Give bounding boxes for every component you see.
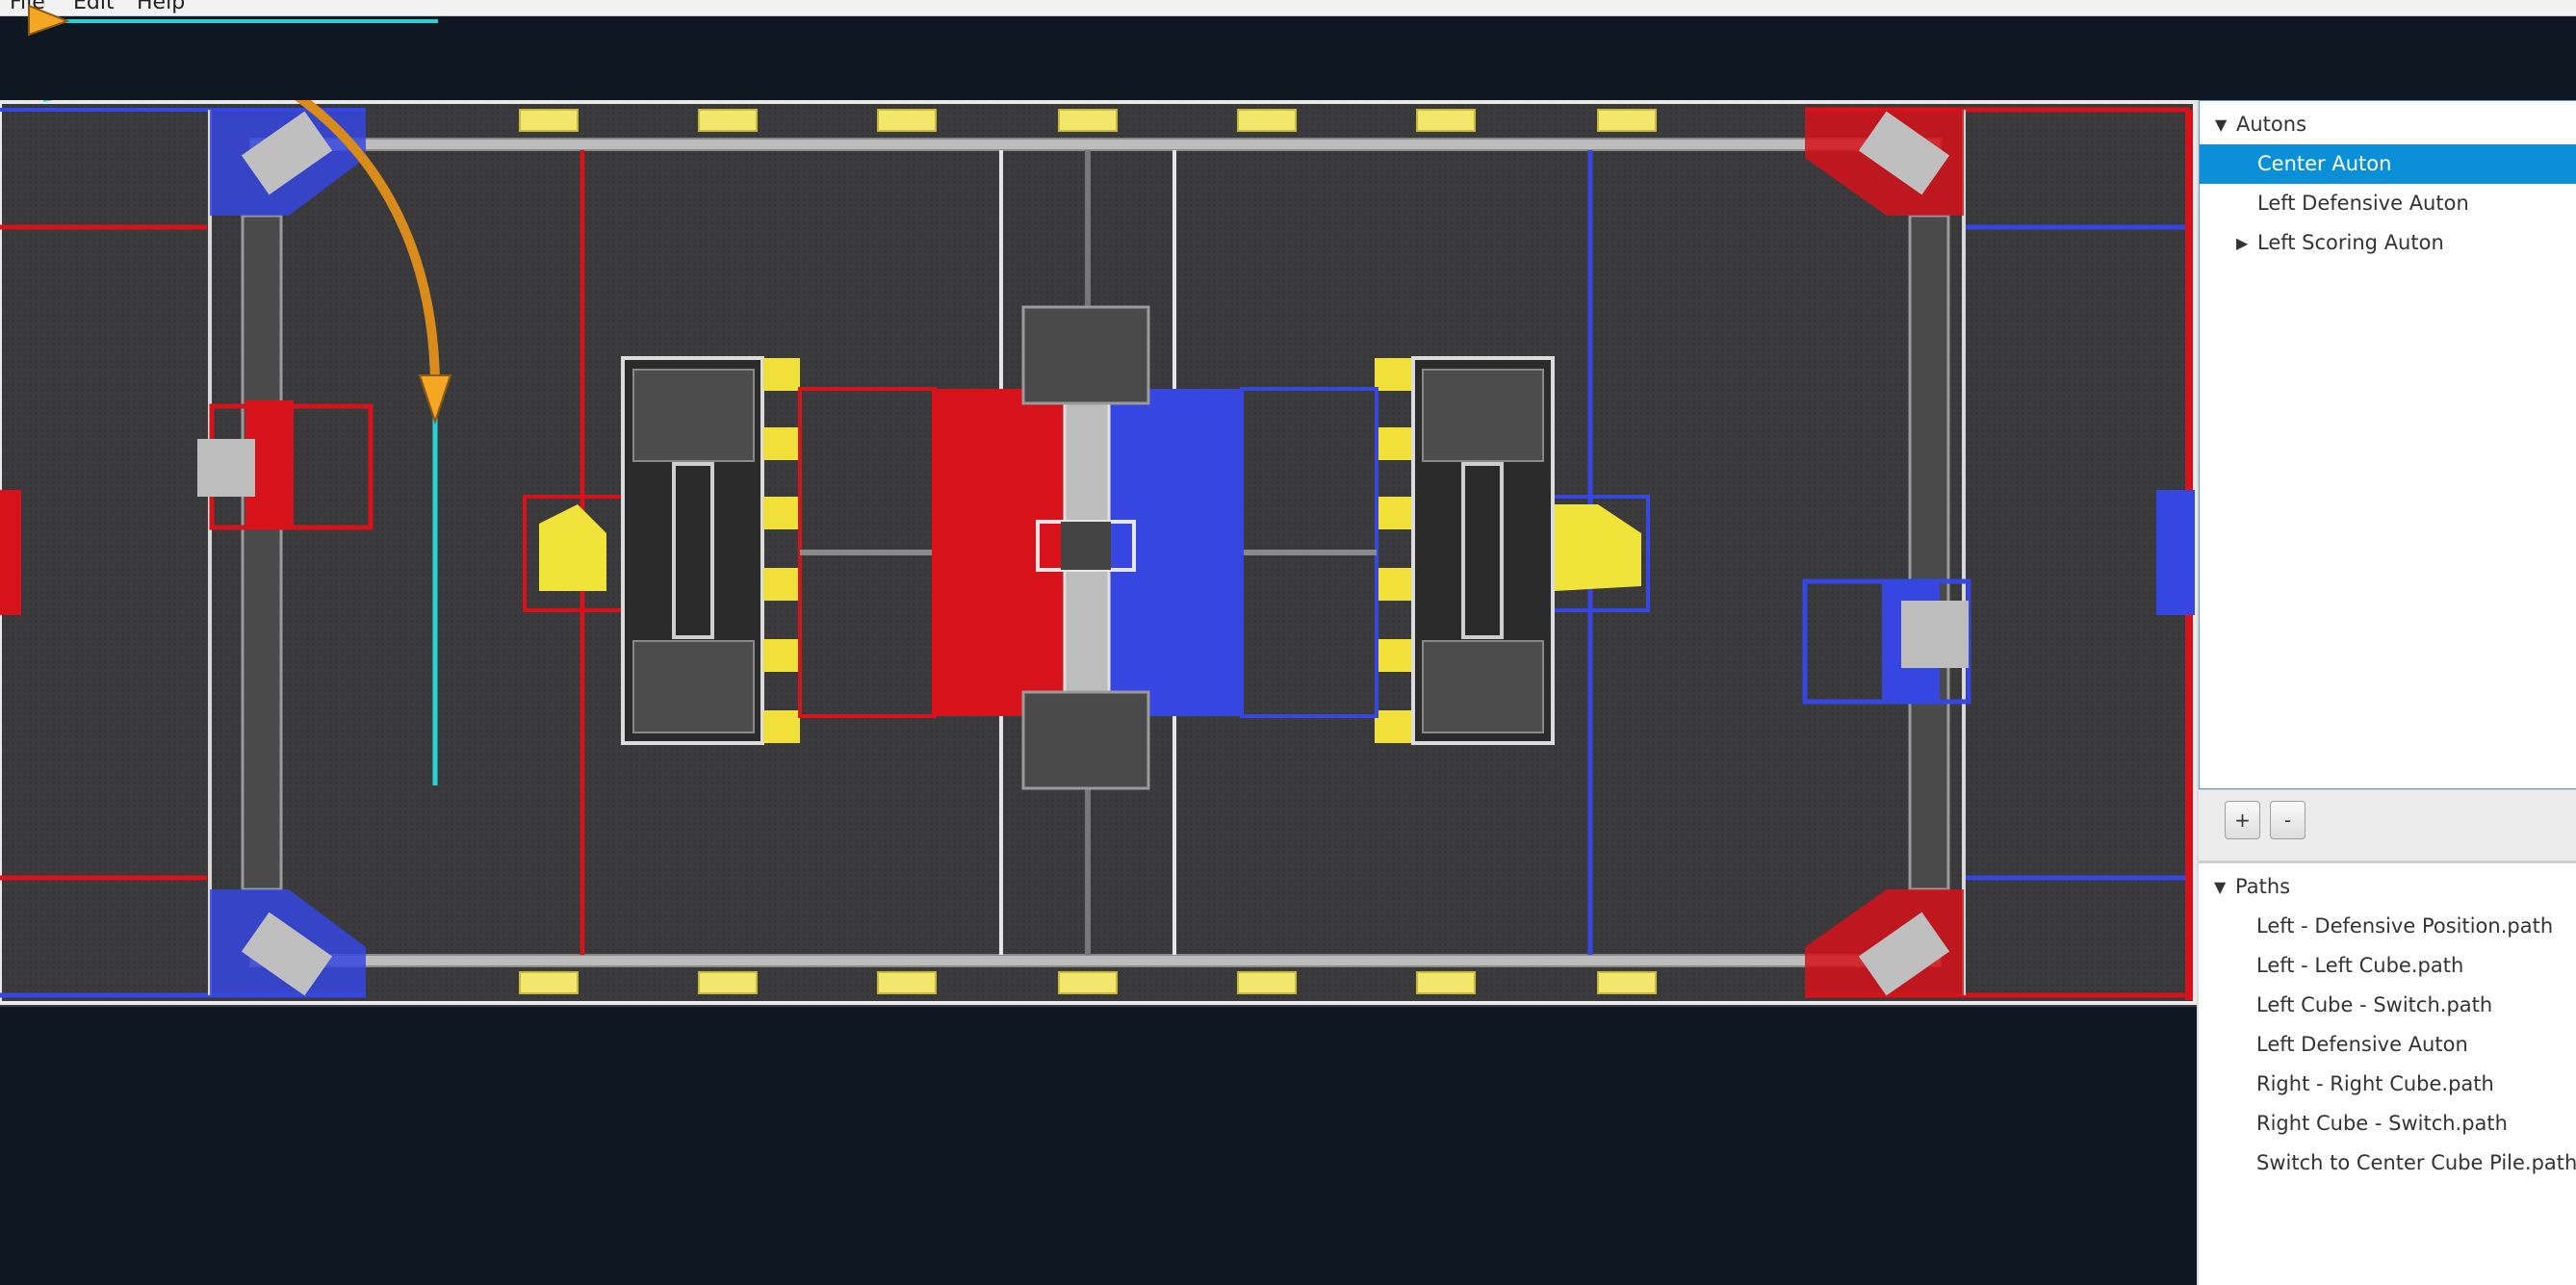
waypoint-arrow-start[interactable]: [28, 4, 70, 37]
tree-item-path[interactable]: Right Cube - Switch.path: [2199, 1104, 2576, 1144]
tree-item-left-scoring-auton[interactable]: ▶ Left Scoring Auton: [2200, 223, 2576, 263]
path-start-overlay: [28, 4, 438, 37]
path-label: Left - Left Cube.path: [2256, 954, 2464, 977]
tree-item-left-defensive-auton[interactable]: Left Defensive Auton: [2200, 184, 2576, 223]
tree-item-path[interactable]: Left Defensive Auton: [2199, 1025, 2576, 1065]
tree-item-center-auton[interactable]: Center Auton: [2200, 144, 2576, 184]
tree-root-paths[interactable]: ▼ Paths: [2199, 867, 2576, 907]
tree-item-path[interactable]: Left Cube - Switch.path: [2199, 986, 2576, 1025]
path-label: Left - Defensive Position.path: [2256, 914, 2554, 938]
tree-item-path[interactable]: Switch to Center Cube Pile.path: [2199, 1144, 2576, 1183]
path-label: Switch to Center Cube Pile.path: [2256, 1151, 2576, 1174]
path-label: Left Cube - Switch.path: [2256, 993, 2493, 1016]
tree-root-label: Autons: [2236, 113, 2307, 136]
tree-item-label: Left Defensive Auton: [2257, 192, 2469, 215]
path-label: Right - Right Cube.path: [2256, 1072, 2494, 1095]
expanded-triangle-icon[interactable]: ▼: [2214, 867, 2226, 907]
field-canvas[interactable]: [0, 100, 2197, 1007]
autons-tree-panel: ▼ Autons Center Auton Left Defensive Aut…: [2199, 100, 2576, 789]
tree-root-autons[interactable]: ▼ Autons: [2200, 105, 2576, 144]
path-label: Right Cube - Switch.path: [2256, 1112, 2508, 1135]
field-image[interactable]: [0, 100, 2197, 1007]
tree-item-path[interactable]: Left - Defensive Position.path: [2199, 907, 2576, 946]
tree-item-label: Left Scoring Auton: [2257, 231, 2444, 254]
path-label: Left Defensive Auton: [2256, 1033, 2468, 1056]
remove-button[interactable]: -: [2270, 801, 2306, 839]
collapsed-triangle-icon[interactable]: ▶: [2236, 223, 2248, 263]
tree-item-path[interactable]: Right - Right Cube.path: [2199, 1065, 2576, 1104]
add-button[interactable]: +: [2225, 801, 2260, 839]
tree-item-path[interactable]: Left - Left Cube.path: [2199, 946, 2576, 986]
paths-tree-panel: ▼ Paths Left - Defensive Position.path L…: [2199, 861, 2576, 1285]
tree-root-label: Paths: [2235, 875, 2291, 898]
auton-toolbar: + -: [2199, 789, 2576, 861]
expanded-triangle-icon[interactable]: ▼: [2215, 105, 2227, 144]
tree-item-label: Center Auton: [2257, 152, 2392, 175]
